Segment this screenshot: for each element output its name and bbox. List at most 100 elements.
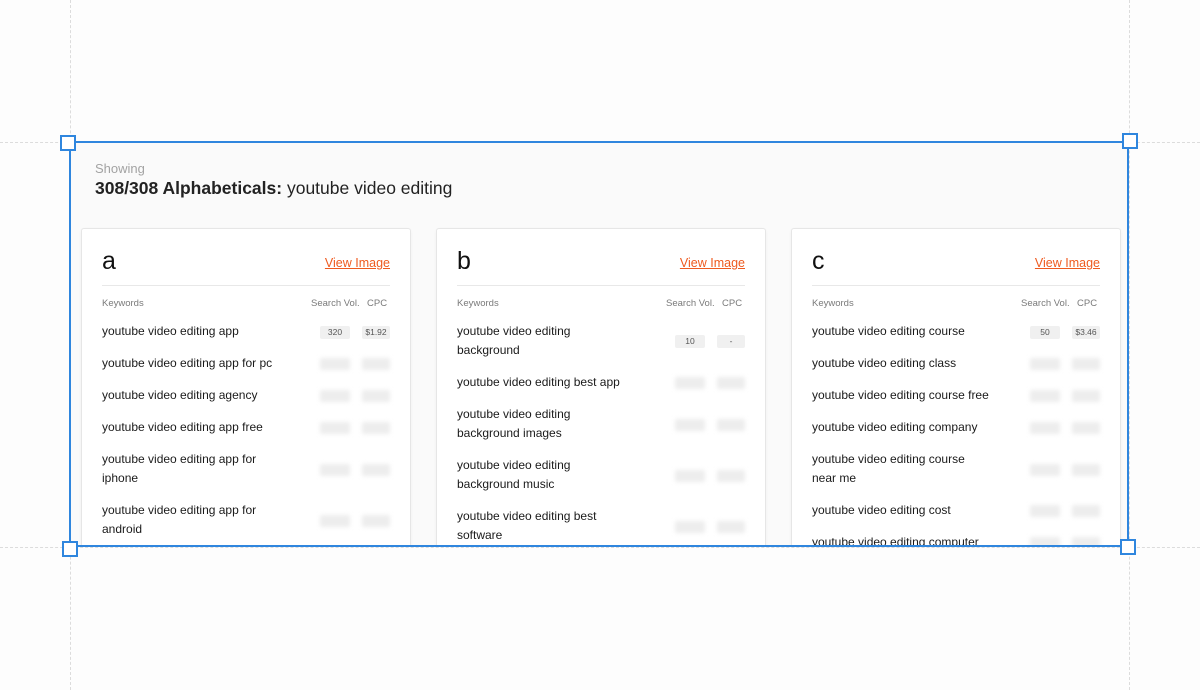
- keyword-card-a: a View Image Keywords Search Vol. CPC youtube…: [81, 228, 411, 545]
- search-volume-column-header: Search Vol.: [311, 298, 360, 309]
- view-image-link[interactable]: View Image: [680, 256, 745, 270]
- keyword-text: youtube video editing background images: [457, 407, 571, 440]
- search-volume-blurred: [1030, 464, 1060, 476]
- cpc-blurred: [1072, 464, 1100, 476]
- selection-frame[interactable]: Showing 308/308 Alphabeticals: youtube v…: [69, 141, 1129, 547]
- keyword-text: youtube video editing computer: [812, 535, 979, 547]
- search-volume-blurred: [320, 464, 350, 476]
- resize-handle-top-right[interactable]: [1122, 133, 1138, 149]
- search-volume-blurred: [675, 419, 705, 431]
- search-volume-blurred: [1030, 505, 1060, 517]
- search-volume-value: 320: [320, 326, 350, 339]
- search-volume-blurred: [675, 470, 705, 482]
- cpc-blurred: [1072, 537, 1100, 545]
- search-volume-value: 10: [675, 335, 705, 348]
- keyword-card-b: b View Image Keywords Search Vol. CPC youtube…: [436, 228, 766, 545]
- keyword-text: youtube video editing course free: [812, 388, 989, 402]
- keyword-text: youtube video editing best software: [457, 509, 597, 542]
- search-volume-blurred: [320, 422, 350, 434]
- search-volume-blurred: [675, 521, 705, 533]
- keyword-list: youtube video editing background 10- youtu…: [457, 316, 745, 545]
- view-image-link[interactable]: View Image: [1035, 256, 1100, 270]
- card-letter: b: [457, 247, 471, 275]
- cpc-blurred: [717, 377, 745, 389]
- keyword-text: youtube video editing background: [457, 324, 571, 357]
- keywords-column-header: Keywords: [102, 298, 144, 309]
- cpc-column-header: CPC: [1077, 298, 1098, 309]
- keyword-text: youtube video editing class: [812, 356, 957, 370]
- cpc-blurred: [1072, 390, 1100, 402]
- keyword-text: youtube video editing app free: [102, 420, 263, 434]
- keyword-text: youtube video editing background music: [457, 458, 571, 491]
- keyword-list: youtube video editing course 50 $3.46 youtu…: [812, 316, 1100, 547]
- keyword-text: youtube video editing app for android: [102, 503, 257, 536]
- search-volume-blurred: [1030, 537, 1060, 545]
- cpc-column-header: CPC: [367, 298, 388, 309]
- keyword-text: youtube video editing course near me: [812, 452, 965, 485]
- keyword-row[interactable]: youtube video editing background music: [457, 450, 745, 501]
- view-image-link[interactable]: View Image: [325, 256, 390, 270]
- keyword-row[interactable]: youtube video editing course free: [812, 380, 1100, 412]
- cpc-value: $1.92: [362, 326, 390, 339]
- guide-line-bottom: [0, 547, 1200, 548]
- keyword-text: youtube video editing app: [102, 324, 239, 338]
- search-volume-blurred: [1030, 358, 1060, 370]
- keyword-row[interactable]: youtube video editing best software: [457, 501, 745, 545]
- results-query: youtube video editing: [286, 178, 453, 198]
- search-volume-blurred: [1030, 390, 1060, 402]
- keywords-column-header: Keywords: [812, 298, 854, 309]
- resize-handle-bottom-right[interactable]: [1120, 539, 1136, 555]
- cpc-value: -: [717, 335, 745, 348]
- keyword-row[interactable]: youtube video editing computer: [812, 527, 1100, 547]
- showing-label: Showing: [95, 161, 145, 176]
- card-divider: [102, 285, 390, 286]
- cpc-value: $3.46: [1072, 326, 1100, 339]
- keyword-text: youtube video editing app for pc: [102, 356, 273, 370]
- search-volume-blurred: [1030, 422, 1060, 434]
- card-divider: [457, 285, 745, 286]
- keyword-row[interactable]: youtube video editing class: [812, 348, 1100, 380]
- results-title: 308/308 Alphabeticals: youtube video edi…: [95, 178, 452, 199]
- cpc-blurred: [717, 521, 745, 533]
- keyword-row[interactable]: youtube video editing cost: [812, 495, 1100, 527]
- keyword-text: youtube video editing best app: [457, 375, 620, 389]
- keyword-row[interactable]: youtube video editing agency: [102, 380, 390, 412]
- cpc-blurred: [362, 464, 390, 476]
- search-volume-blurred: [320, 358, 350, 370]
- card-divider: [812, 285, 1100, 286]
- keyword-list: youtube video editing app 320 $1.92 youtube…: [102, 316, 390, 545]
- cpc-blurred: [1072, 422, 1100, 434]
- cpc-blurred: [1072, 358, 1100, 370]
- keyword-row[interactable]: youtube video editing app for iphone: [102, 444, 390, 495]
- keyword-row[interactable]: youtube video editing app 320 $1.92: [102, 316, 390, 348]
- resize-handle-bottom-left[interactable]: [62, 541, 78, 557]
- search-volume-blurred: [320, 515, 350, 527]
- keyword-row[interactable]: youtube video editing background 10-: [457, 316, 745, 367]
- cpc-blurred: [362, 515, 390, 527]
- keyword-row[interactable]: youtube video editing app for pc: [102, 348, 390, 380]
- keyword-row[interactable]: youtube video editing company: [812, 412, 1100, 444]
- keyword-row[interactable]: youtube video editing best app: [457, 367, 745, 399]
- keyword-text: youtube video editing company: [812, 420, 978, 434]
- keyword-row[interactable]: youtube video editing course near me: [812, 444, 1100, 495]
- cpc-blurred: [362, 390, 390, 402]
- keyword-text: youtube video editing app for iphone: [102, 452, 257, 485]
- guide-line-right: [1129, 0, 1130, 690]
- keyword-text: youtube video editing course: [812, 324, 965, 338]
- cpc-blurred: [717, 470, 745, 482]
- keyword-text: youtube video editing cost: [812, 503, 951, 517]
- keyword-row[interactable]: youtube video editing app for android: [102, 495, 390, 545]
- keyword-row[interactable]: youtube video editing background images: [457, 399, 745, 450]
- resize-handle-top-left[interactable]: [60, 135, 76, 151]
- keywords-column-header: Keywords: [457, 298, 499, 309]
- cpc-column-header: CPC: [722, 298, 743, 309]
- search-volume-column-header: Search Vol.: [666, 298, 715, 309]
- card-letter: a: [102, 247, 116, 275]
- keyword-row[interactable]: youtube video editing app free: [102, 412, 390, 444]
- keyword-row[interactable]: youtube video editing course 50 $3.46: [812, 316, 1100, 348]
- search-volume-blurred: [675, 377, 705, 389]
- cpc-blurred: [362, 358, 390, 370]
- search-volume-value: 50: [1030, 326, 1060, 339]
- results-count: 308/308 Alphabeticals:: [95, 178, 283, 198]
- keyword-text: youtube video editing agency: [102, 388, 258, 402]
